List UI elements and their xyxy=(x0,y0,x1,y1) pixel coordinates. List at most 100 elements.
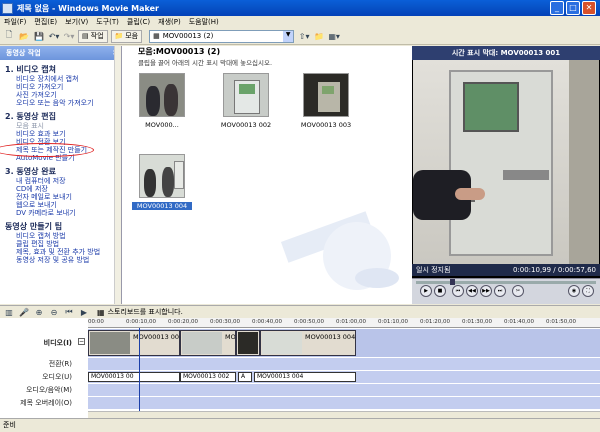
monitor-title: 시간 표시 막대: MOV00013 001 xyxy=(412,46,600,60)
task-link[interactable]: 비디오 효과 보기 xyxy=(16,130,121,138)
clip-thumbnail[interactable]: MOV00013 002 xyxy=(216,73,276,129)
section-tips-title[interactable]: 동영상 만들기 팁 xyxy=(0,221,121,232)
task-link[interactable]: 동영상 저장 및 공유 방법 xyxy=(16,256,121,264)
task-link[interactable]: 전자 메일로 보내기 xyxy=(16,193,121,201)
task-link[interactable]: 사진 가져오기 xyxy=(16,91,121,99)
menu-view[interactable]: 보기(V) xyxy=(65,17,88,27)
tasks-scrollbar[interactable] xyxy=(114,46,121,304)
section-finish-title[interactable]: 3. 동영상 완료 xyxy=(0,166,121,177)
timeline-video-clip[interactable]: MOV00013 002 xyxy=(180,330,236,356)
menu-file[interactable]: 파일(F) xyxy=(4,17,26,27)
ruler-tick: 0:00:50,00 xyxy=(294,319,324,325)
title-bar: 제목 없음 - Windows Movie Maker xyxy=(0,0,600,16)
rewind-icon[interactable]: ◀◀ xyxy=(466,285,478,297)
fullscreen-icon[interactable]: ⛶ xyxy=(582,285,594,297)
audio-track[interactable]: MOV00013 00 MOV00013 002 A MOV00013 004 xyxy=(88,371,600,383)
section-capture-title[interactable]: 1. 비디오 캡쳐 xyxy=(0,64,121,75)
ruler-tick: 0:00:10,00 xyxy=(126,319,156,325)
status-text: 준비 xyxy=(3,421,16,429)
task-link[interactable]: 제목, 효과 및 전환 추가 방법 xyxy=(16,248,121,256)
playback-time: 0:00:10,99 / 0:00:57,60 xyxy=(512,266,596,274)
timeline-video-clip[interactable]: MOV00013 004 xyxy=(260,330,356,356)
new-project-icon[interactable]: 🗋 xyxy=(3,30,15,43)
narrate-icon[interactable]: 🎤 xyxy=(18,306,30,319)
task-link[interactable]: CD에 저장 xyxy=(16,185,121,193)
playhead[interactable] xyxy=(139,328,140,418)
take-picture-icon[interactable]: ◉ xyxy=(568,285,580,297)
timeline-video-clip[interactable]: MOV00013 00 xyxy=(88,330,180,356)
play-timeline-icon[interactable]: ▶ xyxy=(78,306,90,319)
menu-tools[interactable]: 도구(T) xyxy=(96,17,119,27)
undo-icon[interactable]: ↶▾ xyxy=(48,30,60,43)
maximize-button[interactable]: □ xyxy=(566,1,580,15)
open-project-icon[interactable]: 📂 xyxy=(18,30,30,43)
minimize-button[interactable]: _ xyxy=(550,1,564,15)
timeline-video-clip[interactable] xyxy=(236,330,260,356)
clip-thumbnail[interactable]: MOV00013 003 xyxy=(296,73,356,129)
seek-bar[interactable] xyxy=(416,281,596,284)
play-icon[interactable]: ▶ xyxy=(420,285,432,297)
task-link[interactable]: DV 카메라로 보내기 xyxy=(16,209,121,217)
collections-toggle-label: 모음 xyxy=(125,32,139,40)
next-frame-icon[interactable]: ⏭ xyxy=(494,285,506,297)
seek-thumb[interactable] xyxy=(450,279,455,285)
task-link[interactable]: 오디오 또는 음악 가져오기 xyxy=(16,99,121,107)
time-ruler[interactable]: 00:00 0:00:10,00 0:00:20,00 0:00:30,00 0… xyxy=(88,318,600,328)
folder-icon: 📁 xyxy=(114,32,124,40)
menu-clip[interactable]: 클립(C) xyxy=(127,17,150,27)
ruler-tick: 0:01:50,00 xyxy=(546,319,576,325)
task-link[interactable]: 비디오 캡쳐 방법 xyxy=(16,232,121,240)
transition-track[interactable] xyxy=(88,358,600,370)
task-link[interactable]: 비디오 장치에서 캡쳐 xyxy=(16,75,121,83)
task-link[interactable]: 클립 편집 방법 xyxy=(16,240,121,248)
clip-caption: MOV00013 003 xyxy=(300,121,352,129)
expand-track-icon[interactable]: − xyxy=(78,338,85,345)
timeline-audio-clip[interactable]: MOV00013 004 xyxy=(254,372,356,382)
movie-tasks-pane: 동영상 작업 ✕ 1. 비디오 캡쳐 비디오 장치에서 캡쳐 비디오 가져오기 … xyxy=(0,46,122,304)
menu-play[interactable]: 재생(P) xyxy=(158,17,181,27)
up-folder-icon[interactable]: ⇧▾ xyxy=(298,30,310,43)
clip-image xyxy=(139,154,185,198)
ruler-tick: 0:01:10,00 xyxy=(378,319,408,325)
task-link[interactable]: 내 컴퓨터에 저장 xyxy=(16,177,121,185)
close-button[interactable]: ✕ xyxy=(582,1,596,15)
video-track[interactable]: MOV00013 00 MOV00013 002 MOV00013 004 xyxy=(88,329,600,357)
audio-music-track[interactable] xyxy=(88,384,600,396)
tasks-icon: ▤ xyxy=(82,32,89,40)
section-finish: 3. 동영상 완료 내 컴퓨터에 저장 CD에 저장 전자 메일로 보내기 웹으… xyxy=(0,166,121,217)
clip-thumbnail[interactable]: MOV000... xyxy=(132,73,192,129)
menu-help[interactable]: 도움말(H) xyxy=(189,17,219,27)
timeline-audio-clip[interactable]: A xyxy=(238,372,252,382)
clip-caption: MOV00013 004 xyxy=(132,202,192,210)
storyboard-icon[interactable]: ▥ xyxy=(3,306,15,319)
timeline-toolbar: ▥ 🎤 ⊕ ⊖ ⏮ ▶ ▦ 스토리보드를 표시합니다. xyxy=(0,305,600,318)
timeline-audio-clip[interactable]: MOV00013 002 xyxy=(180,372,236,382)
storyboard-toggle-icon[interactable]: ▦ xyxy=(97,308,105,317)
timeline-hscrollbar[interactable] xyxy=(88,411,600,418)
new-collection-icon[interactable]: 📁 xyxy=(313,30,325,43)
fast-forward-icon[interactable]: ▶▶ xyxy=(480,285,492,297)
collection-dropdown[interactable]: ▦ MOV00013 (2) ▼ xyxy=(149,29,295,43)
title-overlay-track[interactable] xyxy=(88,397,600,409)
zoom-in-icon[interactable]: ⊕ xyxy=(33,306,45,319)
redo-icon[interactable]: ↷▾ xyxy=(63,30,75,43)
split-icon[interactable]: ✂ xyxy=(512,285,524,297)
stop-icon[interactable]: ■ xyxy=(434,285,446,297)
task-link[interactable]: 웹으로 보내기 xyxy=(16,201,121,209)
ruler-tick: 0:01:20,00 xyxy=(420,319,450,325)
preview-screen xyxy=(413,60,599,272)
task-link[interactable]: 모음 표시 xyxy=(16,122,121,130)
rewind-timeline-icon[interactable]: ⏮ xyxy=(63,306,75,319)
previous-frame-icon[interactable]: ⏮ xyxy=(452,285,464,297)
section-edit-title[interactable]: 2. 동영상 편집 xyxy=(0,111,121,122)
tasks-toggle-button[interactable]: ▤ 작업 xyxy=(78,29,108,43)
save-project-icon[interactable]: 💾 xyxy=(33,30,45,43)
timeline-audio-clip[interactable]: MOV00013 00 xyxy=(88,372,180,382)
menu-edit[interactable]: 편집(E) xyxy=(34,17,57,27)
collections-toggle-button[interactable]: 📁 모음 xyxy=(110,29,143,43)
clip-thumbnail-selected[interactable]: MOV00013 004 xyxy=(132,154,192,210)
task-link[interactable]: 비디오 가져오기 xyxy=(16,83,121,91)
zoom-out-icon[interactable]: ⊖ xyxy=(48,306,60,319)
clip-image xyxy=(139,73,185,117)
view-options-icon[interactable]: ▦▾ xyxy=(328,30,340,43)
